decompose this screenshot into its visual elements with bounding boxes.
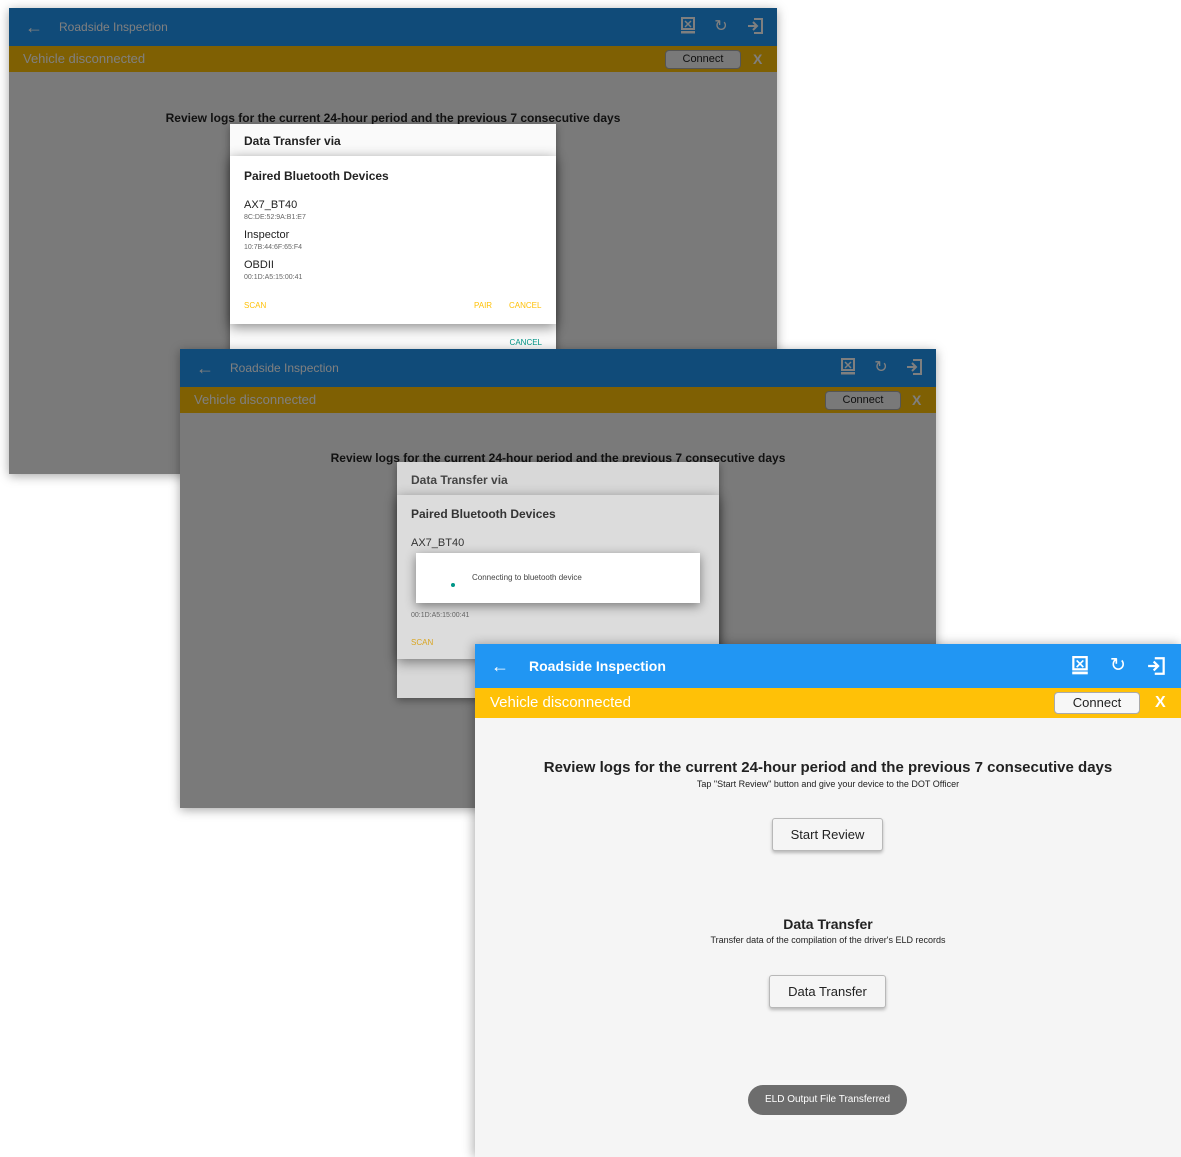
back-arrow-icon[interactable]: ← [491, 644, 509, 688]
device-name[interactable]: AX7_BT40 [411, 537, 464, 549]
paired-devices-title: Paired Bluetooth Devices [411, 507, 556, 521]
device-name[interactable]: OBDII [244, 259, 274, 271]
app-bar: ← Roadside Inspection ↻ [475, 644, 1181, 688]
pair-button[interactable]: PAIR [474, 301, 492, 310]
device-name[interactable]: AX7_BT40 [244, 199, 297, 211]
scan-button[interactable]: SCAN [411, 638, 433, 647]
device-mac: 00:1D:A5:15:00:41 [244, 274, 303, 281]
connecting-progress-dialog: Connecting to bluetooth device [416, 553, 700, 603]
progress-spinner-icon [451, 583, 455, 587]
paired-devices-popup: Paired Bluetooth Devices AX7_BT40 8C:DE:… [230, 156, 556, 324]
data-transfer-button[interactable]: Data Transfer [769, 975, 886, 1008]
vehicle-status-text: Vehicle disconnected [490, 694, 631, 711]
device-mac: 10:7B:44:6F:65:F4 [244, 244, 302, 251]
review-subtitle: Tap "Start Review" button and give your … [696, 779, 960, 789]
data-transfer-subtitle: Transfer data of the compilation of the … [710, 935, 946, 945]
app-title: Roadside Inspection [529, 658, 666, 674]
device-mac: 00:1D:A5:15:00:41 [411, 612, 470, 619]
connect-button[interactable]: Connect [1054, 692, 1140, 714]
close-status-button[interactable]: X [1155, 688, 1166, 718]
usb-device-icon[interactable] [1070, 656, 1090, 676]
vehicle-status-bar: Vehicle disconnected Connect X [475, 688, 1181, 718]
refresh-icon[interactable]: ↻ [1108, 656, 1128, 676]
transfer-toast: ELD Output File Transferred [748, 1085, 907, 1115]
paired-devices-title: Paired Bluetooth Devices [244, 169, 389, 183]
screenshot-roadside-inspection: ← Roadside Inspection ↻ Vehicle disconne… [475, 644, 1181, 1157]
review-heading: Review logs for the current 24-hour peri… [543, 759, 1113, 776]
progress-message: Connecting to bluetooth device [472, 573, 582, 582]
data-transfer-dialog-title: Data Transfer via [411, 473, 508, 487]
scan-button[interactable]: SCAN [244, 301, 266, 310]
popup-cancel-button[interactable]: CANCEL [509, 301, 541, 310]
logout-icon[interactable] [1147, 656, 1167, 676]
data-transfer-cancel-button[interactable]: CANCEL [510, 338, 542, 347]
start-review-button[interactable]: Start Review [772, 818, 883, 851]
data-transfer-heading: Data Transfer [783, 916, 873, 932]
device-name[interactable]: Inspector [244, 229, 289, 241]
device-mac: 8C:DE:52:9A:B1:E7 [244, 214, 306, 221]
data-transfer-dialog-title: Data Transfer via [244, 134, 341, 148]
